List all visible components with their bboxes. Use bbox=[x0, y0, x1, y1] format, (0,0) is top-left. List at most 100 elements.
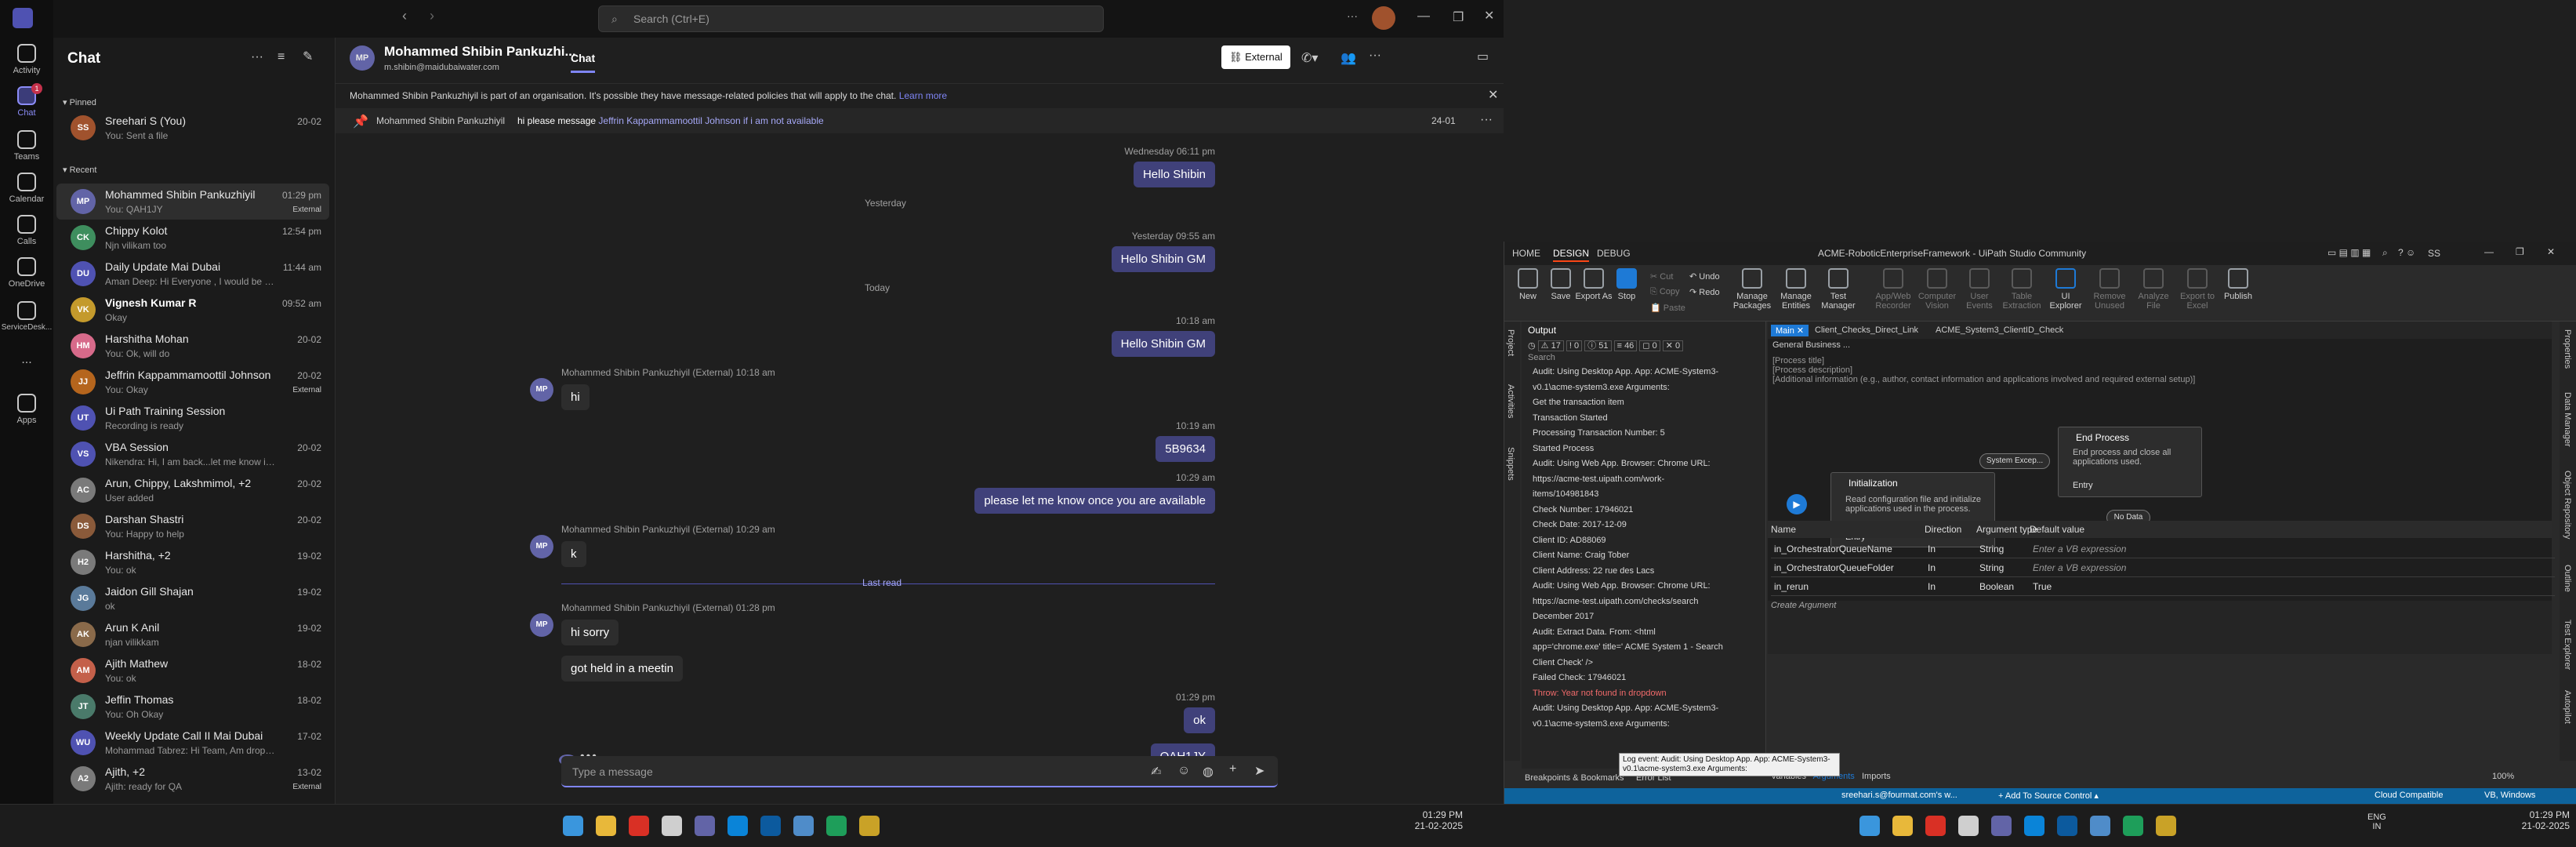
arg-name[interactable]: in_rerun bbox=[1774, 581, 1809, 592]
panel-toggle-icon[interactable]: ▭ bbox=[1477, 49, 1489, 64]
call-icon[interactable]: ✆▾ bbox=[1301, 50, 1318, 66]
people-icon[interactable]: 👥 bbox=[1341, 50, 1356, 66]
transition-system-exception[interactable]: System Excep... bbox=[1979, 453, 2050, 469]
new-chat-icon[interactable]: ✎ bbox=[303, 49, 313, 64]
ribbon-stop[interactable]: Stop bbox=[1606, 265, 1647, 322]
output-line[interactable]: v0.1\acme-system3.exe Arguments: bbox=[1533, 383, 1670, 392]
recent-section-label[interactable]: ▾ Recent bbox=[63, 165, 96, 175]
output-line[interactable]: Transaction Started bbox=[1533, 413, 1608, 423]
studio-icon[interactable] bbox=[826, 816, 847, 836]
breadcrumb[interactable]: General Business ... bbox=[1772, 340, 1850, 350]
start-node-icon[interactable]: ▶ bbox=[1787, 494, 1807, 514]
arg-default[interactable]: Enter a VB expression bbox=[2033, 562, 2126, 573]
arg-type[interactable]: String bbox=[1979, 562, 2004, 573]
status-language[interactable]: VB, Windows bbox=[2484, 791, 2535, 800]
tab-activities[interactable]: Activities bbox=[1506, 384, 1515, 418]
file-explorer-icon[interactable] bbox=[596, 816, 616, 836]
edge-icon[interactable] bbox=[2024, 816, 2044, 836]
ribbon-manage-entities[interactable]: Manage Entities bbox=[1776, 265, 1816, 322]
tab-project[interactable]: Project bbox=[1506, 329, 1515, 356]
chat-list-item[interactable]: JT Jeffin Thomas You: Oh Okay 18-02 bbox=[56, 689, 329, 725]
back-icon[interactable]: ‹ bbox=[402, 8, 407, 24]
output-line[interactable]: Check Date: 2017-12-09 bbox=[1533, 520, 1627, 529]
snipping-icon[interactable] bbox=[1958, 816, 1979, 836]
tab-imports[interactable]: Imports bbox=[1862, 772, 1891, 781]
output-line[interactable]: Check Number: 17946021 bbox=[1533, 505, 1633, 514]
argument-row[interactable]: in_rerun In Boolean True bbox=[1771, 577, 2555, 596]
ribbon-user-events[interactable]: User Events bbox=[1959, 265, 2000, 322]
close-icon[interactable]: ✕ bbox=[2547, 246, 2555, 257]
ribbon-publish[interactable]: Publish bbox=[2218, 265, 2259, 322]
sent-message[interactable]: 5B9634 bbox=[1156, 436, 1215, 462]
output-line[interactable]: app='chrome.exe' title=' ACME System 1 -… bbox=[1533, 642, 1723, 652]
output-line[interactable]: items/104981843 bbox=[1533, 489, 1598, 499]
arg-type[interactable]: String bbox=[1979, 543, 2004, 554]
maximize-icon[interactable]: ❐ bbox=[2516, 246, 2524, 257]
sent-message[interactable]: please let me know once you are availabl… bbox=[974, 488, 1215, 514]
more-options-icon[interactable]: ··· bbox=[1347, 9, 1358, 22]
rail-teams[interactable]: Teams bbox=[0, 125, 53, 165]
profile-avatar[interactable] bbox=[1372, 6, 1395, 30]
output-line[interactable]: December 2017 bbox=[1533, 612, 1594, 621]
send-icon[interactable]: ➤ bbox=[1254, 763, 1264, 779]
sticker-icon[interactable]: ◍ bbox=[1203, 764, 1214, 780]
rail-calendar[interactable]: Calendar bbox=[0, 168, 53, 207]
col-type[interactable]: Argument type bbox=[1976, 524, 2037, 535]
sent-message[interactable]: ok bbox=[1184, 707, 1215, 733]
arg-direction[interactable]: In bbox=[1928, 562, 1936, 573]
create-argument[interactable]: Create Argument bbox=[1771, 601, 1836, 610]
output-line[interactable]: Client Address: 22 rue des Lacs bbox=[1533, 566, 1654, 576]
chat-list-item[interactable]: AC Arun, Chippy, Lakshmimol, +2 User added… bbox=[56, 472, 329, 508]
snipping-icon[interactable] bbox=[662, 816, 682, 836]
help-icon[interactable]: ? ☺ bbox=[2398, 247, 2415, 258]
output-line[interactable]: v0.1\acme-system3.exe Arguments: bbox=[1533, 719, 1670, 729]
file-explorer-icon[interactable] bbox=[1892, 816, 1913, 836]
output-search[interactable]: Search bbox=[1528, 353, 1555, 362]
arg-name[interactable]: in_OrchestratorQueueName bbox=[1774, 543, 1892, 554]
sent-message[interactable]: Hello Shibin GM bbox=[1111, 246, 1215, 272]
start-icon[interactable] bbox=[1859, 816, 1880, 836]
chat-list-item[interactable]: DS Darshan Shastri You: Happy to help 20-02 bbox=[56, 508, 329, 544]
received-message[interactable]: got held in a meetin bbox=[561, 656, 683, 682]
doc-tab-system3[interactable]: ACME_System3_ClientID_Check bbox=[1936, 325, 2063, 335]
output-line[interactable]: Audit: Using Web App. Browser: Chrome UR… bbox=[1533, 581, 1711, 591]
chat-list-item[interactable]: JJ Jeffrin Kappammamoottil Johnson You: Ok… bbox=[56, 364, 329, 400]
search-input[interactable]: ⌕ Search (Ctrl+E) bbox=[598, 5, 1104, 32]
tab-outline[interactable]: Outline bbox=[2563, 565, 2572, 592]
doc-tab-client-checks[interactable]: Client_Checks_Direct_Link bbox=[1815, 325, 1918, 335]
arg-name[interactable]: in_OrchestratorQueueFolder bbox=[1774, 562, 1894, 573]
debug-filter[interactable]: ✕ 0 bbox=[1662, 340, 1684, 351]
menu-design[interactable]: DESIGN bbox=[1553, 248, 1590, 262]
language-indicator[interactable]: ENG IN bbox=[2367, 812, 2386, 831]
chrome-icon[interactable] bbox=[629, 816, 649, 836]
ribbon-computer-vision[interactable]: Computer Vision bbox=[1917, 265, 1957, 322]
menu-home[interactable]: HOME bbox=[1512, 248, 1540, 259]
sent-message[interactable]: Hello Shibin bbox=[1133, 162, 1215, 187]
forward-icon[interactable]: › bbox=[430, 8, 434, 24]
info-filter[interactable]: ⓘ 51 bbox=[1584, 340, 1612, 351]
ribbon-ui-explorer[interactable]: UI Explorer bbox=[2045, 265, 2086, 322]
chat-list-item[interactable]: VS VBA Session Nikendra: Hi, I am back...l… bbox=[56, 436, 329, 472]
output-line[interactable]: Audit: Extract Data. From: <html bbox=[1533, 627, 1656, 637]
output-line[interactable]: Client Check' /> bbox=[1533, 658, 1593, 667]
layout-icons[interactable]: ▭ ▤ ▥ ▦ bbox=[2327, 247, 2371, 258]
received-message[interactable]: k bbox=[561, 541, 586, 567]
menu-debug[interactable]: DEBUG bbox=[1597, 248, 1631, 259]
chat-list-item[interactable]: DU Daily Update Mai Dubai Aman Deep: Hi Ev… bbox=[56, 256, 329, 292]
state-end-process[interactable]: End Process End process and close all ap… bbox=[2058, 427, 2202, 497]
chat-list-item[interactable]: HM Harshitha Mohan You: Ok, will do 20-02 bbox=[56, 328, 329, 364]
output-line[interactable]: https://acme-test.uipath.com/checks/sear… bbox=[1533, 597, 1699, 606]
emoji-icon[interactable]: ☺ bbox=[1177, 764, 1190, 778]
received-message[interactable]: hi sorry bbox=[561, 620, 619, 645]
status-compatibility[interactable]: Cloud Compatible bbox=[2375, 791, 2443, 800]
tab-chat[interactable]: Chat bbox=[571, 52, 596, 73]
ribbon-paste[interactable]: 📋 Paste bbox=[1650, 303, 1685, 313]
format-icon[interactable]: ✍ bbox=[1151, 764, 1161, 780]
clock-right[interactable]: 01:29 PM 21-02-2025 bbox=[2501, 809, 2570, 831]
tab-data-manager[interactable]: Data Manager bbox=[2563, 392, 2572, 447]
chat-list-item[interactable]: MP Mohammed Shibin Pankuzhiyil You: QAH1JY… bbox=[56, 184, 329, 220]
uipath-icon[interactable] bbox=[2090, 816, 2110, 836]
rail-onedrive[interactable]: OneDrive bbox=[0, 253, 53, 292]
teams-icon[interactable] bbox=[695, 816, 715, 836]
chat-list-item[interactable]: A2 Ajith, +2 Ajith: ready for QA 13-02 Exter… bbox=[56, 761, 329, 797]
